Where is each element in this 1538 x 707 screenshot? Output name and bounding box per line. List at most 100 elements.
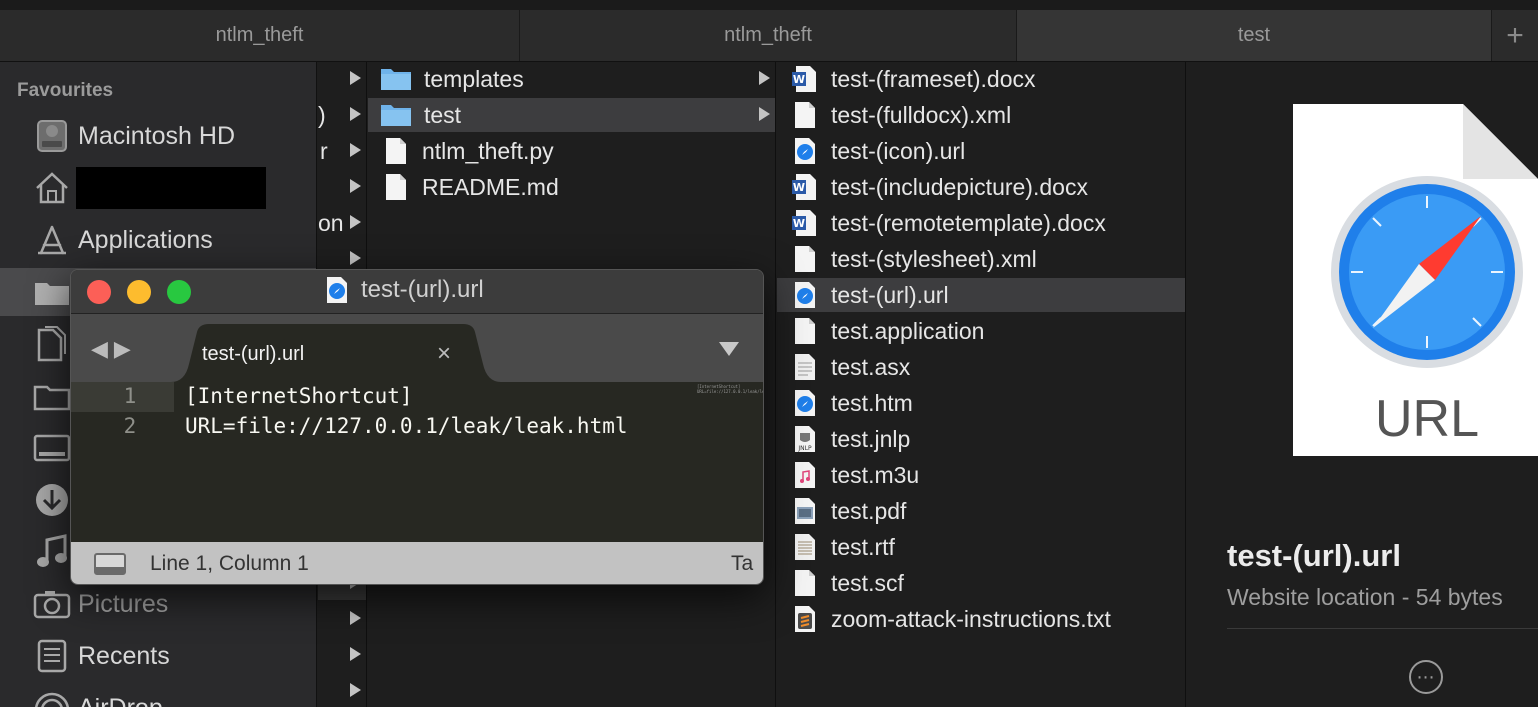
list-item[interactable]: test.m3u (777, 458, 1185, 492)
list-item[interactable] (318, 602, 366, 636)
preview-divider (1227, 628, 1538, 629)
editor-text-area[interactable]: 1 [InternetShortcut] 2 URL=file://127.0.… (71, 382, 763, 542)
sidebar-item-recents[interactable]: Recents (0, 632, 316, 680)
list-item-label: zoom-attack-instructions.txt (831, 605, 1111, 632)
preview-file-meta: Website location - 54 bytes (1227, 584, 1503, 610)
list-item-label: test-(fulldocx).xml (831, 101, 1012, 128)
list-item[interactable]: test-(fulldocx).xml (777, 98, 1185, 132)
list-item-label: ) (318, 101, 326, 128)
list-item-label: test.m3u (831, 461, 920, 488)
line-number: 2 (123, 414, 137, 438)
add-tab-button[interactable]: + (1492, 10, 1538, 61)
list-item[interactable]: ) (318, 98, 366, 132)
panel-toggle-icon[interactable] (94, 553, 126, 575)
list-item[interactable]: test-(stylesheet).xml (777, 242, 1185, 276)
list-item-label: test.asx (831, 353, 911, 380)
list-item-label: test-(frameset).docx (831, 65, 1036, 92)
list-item[interactable]: README.md (368, 170, 775, 204)
airdrop-icon (32, 688, 72, 707)
word-document-icon: W (791, 173, 819, 201)
list-item[interactable]: test.rtf (777, 530, 1185, 564)
code-line: [InternetShortcut] (185, 384, 413, 408)
list-item[interactable]: test.pdf (777, 494, 1185, 528)
rtf-document-icon (791, 533, 819, 561)
list-item[interactable]: test.scf (777, 566, 1185, 600)
safari-url-icon (791, 137, 819, 165)
downloads-icon (32, 480, 72, 520)
list-item[interactable]: zoom-attack-instructions.txt (777, 602, 1185, 636)
list-item-label: test-(stylesheet).xml (831, 245, 1037, 272)
applications-icon (32, 220, 72, 260)
list-item[interactable]: test-(url).url (777, 278, 1185, 312)
sidebar-item-applications[interactable]: Applications (0, 216, 316, 264)
music-playlist-icon (791, 461, 819, 489)
safari-url-icon (791, 281, 819, 309)
sidebar-item-airdrop[interactable]: AirDrop (0, 684, 316, 707)
svg-text:JNLP: JNLP (797, 445, 812, 452)
folder-icon (380, 101, 412, 129)
editor-status-bar: Line 1, Column 1 Ta (71, 542, 763, 584)
zoom-window-button[interactable] (167, 280, 191, 304)
list-item-label: test.rtf (831, 533, 895, 560)
list-item[interactable]: test (368, 98, 775, 132)
list-item[interactable]: W test-(includepicture).docx (777, 170, 1185, 204)
list-item[interactable]: test.htm (777, 386, 1185, 420)
list-item-label: test-(icon).url (831, 137, 966, 164)
svg-text:W: W (793, 181, 805, 194)
recents-icon (32, 636, 72, 676)
folder-icon (380, 65, 412, 93)
finder-tab[interactable]: ntlm_theft (0, 10, 520, 61)
sidebar-item-label: Macintosh HD (78, 121, 235, 150)
finder-tab[interactable]: test (1017, 10, 1492, 61)
preview-file-name: test-(url).url (1227, 538, 1401, 573)
list-item[interactable]: r (318, 134, 366, 168)
list-item[interactable]: test.asx (777, 350, 1185, 384)
close-tab-button[interactable]: × (437, 340, 451, 368)
safari-url-icon (327, 277, 347, 303)
editor-tab[interactable]: test-(url).url × (171, 324, 501, 382)
word-document-icon: W (791, 209, 819, 237)
document-icon (382, 137, 410, 165)
sidebar-item-pictures[interactable]: Pictures (0, 580, 316, 628)
list-item[interactable]: JNLP test.jnlp (777, 422, 1185, 456)
list-item-label: test-(includepicture).docx (831, 173, 1088, 200)
finder-tab[interactable]: ntlm_theft (520, 10, 1017, 61)
list-item-label: test (424, 101, 462, 128)
list-item[interactable]: ntlm_theft.py (368, 134, 775, 168)
tab-list-dropdown-icon[interactable] (719, 342, 739, 356)
window-title: test-(url).url (325, 276, 484, 304)
list-item[interactable] (318, 170, 366, 204)
editor-tab-label: test-(url).url (202, 343, 305, 365)
document-icon (791, 569, 819, 597)
list-item[interactable]: on (318, 206, 366, 240)
sidebar-item-macintosh-hd[interactable]: Macintosh HD (0, 112, 316, 160)
list-item-label: templates (424, 65, 524, 92)
list-item[interactable]: templates (368, 62, 775, 96)
sidebar-item-label: Pictures (78, 589, 169, 618)
document-icon (791, 245, 819, 273)
minimap[interactable]: [InternetShortcut] URL=file://127.0.0.1/… (697, 384, 763, 394)
more-options-button[interactable]: ⋯ (1409, 660, 1443, 694)
sidebar-heading: Favourites (17, 80, 114, 101)
home-icon (32, 168, 72, 208)
close-window-button[interactable] (87, 280, 111, 304)
list-item[interactable]: W test-(remotetemplate).docx (777, 206, 1185, 240)
minimize-window-button[interactable] (127, 280, 151, 304)
list-item-label: test.jnlp (831, 425, 911, 452)
list-item[interactable]: test.application (777, 314, 1185, 348)
url-file-preview-icon: URL (1293, 104, 1538, 456)
tab-nav-arrows[interactable]: ◀▶ (91, 336, 137, 362)
code-line: URL=file://127.0.0.1/leak/leak.html (185, 414, 628, 438)
list-item[interactable]: test-(icon).url (777, 134, 1185, 168)
list-item-label: ntlm_theft.py (422, 137, 554, 164)
list-item[interactable] (318, 674, 366, 707)
disk-icon (32, 116, 72, 156)
list-item[interactable]: W test-(frameset).docx (777, 62, 1185, 96)
sidebar-item-home[interactable] (0, 164, 316, 212)
list-item[interactable] (318, 62, 366, 96)
list-item-label: on (318, 209, 344, 236)
list-item[interactable] (318, 638, 366, 672)
safari-url-icon (791, 389, 819, 417)
list-item-label: test.pdf (831, 497, 907, 524)
tab-size-indicator[interactable]: Ta (731, 552, 753, 576)
